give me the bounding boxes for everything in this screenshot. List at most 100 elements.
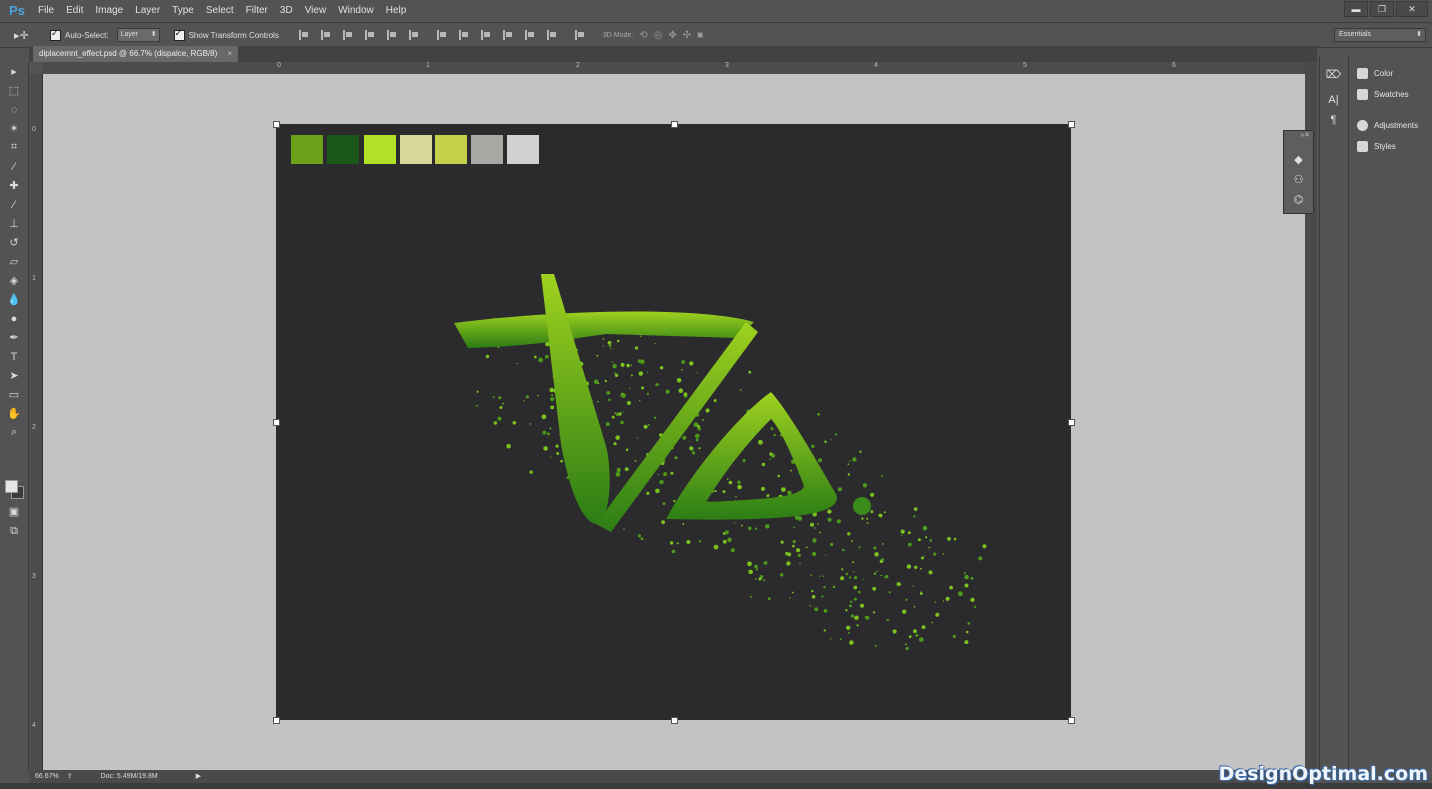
3d-pan-icon[interactable]: ✥ <box>668 30 676 41</box>
splatter-particle <box>881 558 885 562</box>
splatter-particle <box>681 369 683 371</box>
menu-file[interactable]: File <box>32 0 60 21</box>
align-left-icon[interactable] <box>298 30 313 40</box>
eyedropper-tool[interactable]: ⁄ <box>0 157 28 176</box>
menu-window[interactable]: Window <box>332 0 380 21</box>
splatter-particle <box>870 510 874 514</box>
paragraph-icon[interactable]: ¶ <box>1320 110 1347 130</box>
3d-rotate-icon[interactable]: ⟲ <box>639 30 647 41</box>
path-selection-tool[interactable]: ➤ <box>0 366 28 385</box>
restore-button[interactable]: ❐ <box>1370 1 1394 17</box>
transform-handle[interactable] <box>273 419 280 426</box>
menu-type[interactable]: Type <box>166 0 200 21</box>
document-canvas[interactable] <box>273 121 1075 724</box>
auto-select-dropdown[interactable]: Layer <box>116 28 160 42</box>
export-icon[interactable]: ⇪ <box>67 773 73 780</box>
hand-tool[interactable]: ✋ <box>0 404 28 423</box>
transform-handle[interactable] <box>273 121 280 128</box>
transform-handle[interactable] <box>1068 419 1075 426</box>
align-bottom-icon[interactable] <box>408 30 423 40</box>
3d-slide-icon[interactable]: ✣ <box>683 30 691 41</box>
splatter-particle <box>905 598 908 601</box>
minimize-button[interactable]: ▬ <box>1344 1 1368 17</box>
history-icon[interactable]: ⌦ <box>1320 64 1347 84</box>
transform-handle[interactable] <box>671 121 678 128</box>
splatter-particle <box>913 515 916 518</box>
magic-wand-tool[interactable]: ✶ <box>0 119 28 138</box>
lasso-tool[interactable]: ◌ <box>0 100 28 119</box>
splatter-particle <box>529 470 533 474</box>
align-middle-icon[interactable] <box>386 30 401 40</box>
dodge-tool[interactable]: ● <box>0 309 28 328</box>
paint-bucket-tool[interactable]: ◈ <box>0 271 28 290</box>
auto-select-checkbox[interactable]: Auto-Select: <box>50 28 109 41</box>
distribute-left-icon[interactable] <box>502 30 517 40</box>
menu-bar: Ps File Edit Image Layer Type Select Fil… <box>0 0 1432 21</box>
menu-view[interactable]: View <box>299 0 333 21</box>
quick-mask-icon[interactable]: ▣ <box>0 502 28 521</box>
menu-layer[interactable]: Layer <box>129 0 166 21</box>
crop-tool[interactable]: ⌗ <box>0 138 28 157</box>
splatter-particle <box>722 539 727 544</box>
workspace-dropdown[interactable]: Essentials <box>1334 28 1426 42</box>
type-tool[interactable]: T <box>0 347 28 366</box>
transform-handle[interactable] <box>273 717 280 724</box>
paths-icon[interactable]: ⌬ <box>1284 189 1313 209</box>
zoom-tool[interactable]: ⌕ <box>0 423 28 442</box>
move-tool-preset-icon[interactable]: ▸✛ <box>14 29 42 42</box>
rectangle-tool[interactable]: ▭ <box>0 385 28 404</box>
align-top-icon[interactable] <box>364 30 379 40</box>
distribute-bottom-icon[interactable] <box>480 30 495 40</box>
clone-stamp-tool[interactable]: ⊥ <box>0 214 28 233</box>
3d-scale-icon[interactable]: ■ <box>697 30 703 41</box>
distribute-center-icon[interactable] <box>524 30 539 40</box>
menu-select[interactable]: Select <box>200 0 240 21</box>
splatter-particle <box>755 568 758 571</box>
panel-collapse-icon[interactable]: »✕ <box>1284 131 1313 149</box>
eraser-tool[interactable]: ▱ <box>0 252 28 271</box>
splatter-particle <box>737 484 742 490</box>
distribute-top-icon[interactable] <box>436 30 451 40</box>
transform-handle[interactable] <box>671 717 678 724</box>
splatter-particle <box>506 444 511 449</box>
healing-brush-tool[interactable]: ✚ <box>0 176 28 195</box>
panel-color[interactable]: Color <box>1349 63 1432 84</box>
splatter-particle <box>770 427 774 431</box>
layers-icon[interactable]: ◆ <box>1284 149 1313 169</box>
brush-tool[interactable]: ∕ <box>0 195 28 214</box>
menu-help[interactable]: Help <box>380 0 413 21</box>
panel-styles[interactable]: Styles <box>1349 136 1432 157</box>
screen-mode-icon[interactable]: ⧉ <box>0 522 28 541</box>
distribute-middle-icon[interactable] <box>458 30 473 40</box>
history-brush-tool[interactable]: ↺ <box>0 233 28 252</box>
splatter-particle <box>847 631 850 634</box>
splatter-particle <box>529 423 532 425</box>
splatter-particle <box>646 371 649 373</box>
align-right-icon[interactable] <box>342 30 357 40</box>
show-transform-checkbox[interactable]: Show Transform Controls <box>173 28 279 41</box>
blur-tool[interactable]: 💧 <box>0 290 28 309</box>
pen-tool[interactable]: ✒ <box>0 328 28 347</box>
close-button[interactable]: ✕ <box>1396 1 1428 17</box>
move-tool[interactable]: ▸ <box>0 62 28 81</box>
distribute-right-icon[interactable] <box>546 30 561 40</box>
panel-adjustments[interactable]: Adjustments <box>1349 115 1432 136</box>
menu-edit[interactable]: Edit <box>60 0 89 21</box>
character-icon[interactable]: A| <box>1320 90 1347 110</box>
status-menu-arrow-icon[interactable]: ▶ <box>196 773 201 780</box>
marquee-tool[interactable]: ⬚ <box>0 81 28 100</box>
align-center-icon[interactable] <box>320 30 335 40</box>
foreground-color-swatch[interactable] <box>5 480 18 493</box>
channels-icon[interactable]: ⚇ <box>1284 169 1313 189</box>
menu-filter[interactable]: Filter <box>240 0 274 21</box>
zoom-level[interactable]: 66.67% <box>35 773 59 780</box>
transform-handle[interactable] <box>1068 717 1075 724</box>
3d-roll-icon[interactable]: ◎ <box>654 30 663 41</box>
auto-align-icon[interactable] <box>574 30 589 40</box>
panel-swatches[interactable]: Swatches <box>1349 84 1432 105</box>
menu-3d[interactable]: 3D <box>274 0 299 21</box>
document-tab[interactable]: diplacemnt_effect.psd @ 66.7% (dispalce,… <box>33 46 239 62</box>
close-tab-icon[interactable]: × <box>228 49 233 58</box>
menu-image[interactable]: Image <box>89 0 129 21</box>
transform-handle[interactable] <box>1068 121 1075 128</box>
